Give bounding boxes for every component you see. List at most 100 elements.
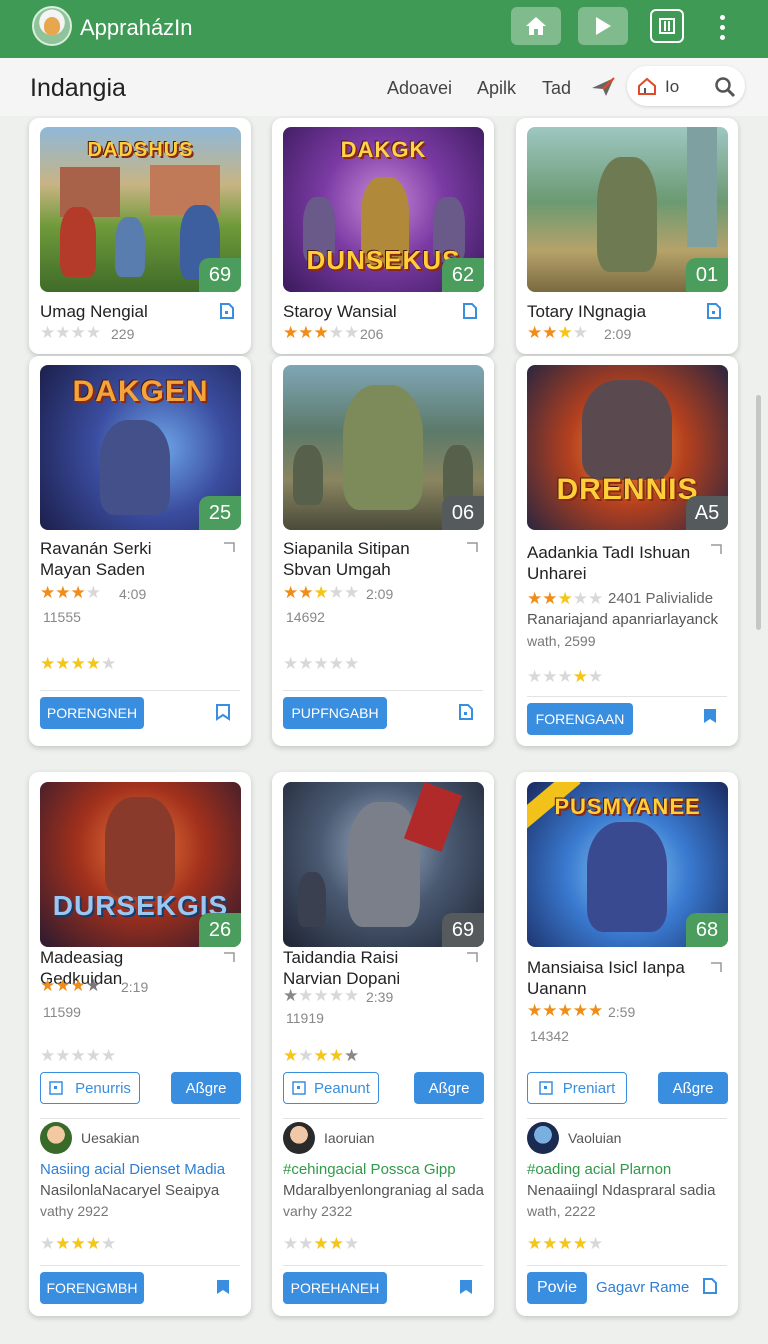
game-card[interactable]: DAKGEN 25 Ravanán Serki Mayan Saden ★★★★… [29,356,251,746]
meta-value: 2:09 [604,326,632,342]
rating-stars: ★★★★ [527,323,588,342]
divider [283,1265,483,1266]
author-name[interactable]: Uesakian [81,1130,139,1146]
rating-stars-secondary: ★★★★★ [283,1046,360,1065]
scrollbar[interactable] [756,395,761,630]
game-card[interactable]: 06 Siapanila Sitipan Sbvan Umgah ★★★★★ 2… [272,356,494,746]
divider [40,690,240,691]
primary-button[interactable]: FORENGMBH [40,1272,144,1304]
game-title: Mansiaisa Isicl Ianpa Uanann [527,958,685,998]
bookmark-icon[interactable] [706,302,722,320]
bookmark-icon[interactable] [702,1277,718,1295]
bookmark-icon[interactable] [215,703,231,721]
agree-button[interactable]: Aßgre [414,1072,484,1104]
score-badge: 62 [442,258,484,292]
game-card[interactable]: 01 Totary INgnagia ★★★★ 2:09 [516,118,738,354]
game-card[interactable]: PUSMYANEE 68 Mansiaisa Isicl Ianpa Uanan… [516,772,738,1316]
more-menu-icon[interactable] [712,12,732,42]
score-badge: A5 [686,496,728,530]
author-name[interactable]: Vaoluian [568,1130,621,1146]
nav-link-1[interactable]: Adoavei [387,78,452,99]
rating-stars-secondary: ★★★★★ [283,654,360,673]
rating-stars-tertiary: ★★★★★ [40,1234,117,1253]
score-badge: 68 [686,913,728,947]
download-count: 14342 [530,1028,569,1044]
game-title: Totary INgnagia [527,302,647,321]
primary-button[interactable]: FORENGAAN [527,703,633,735]
download-count: 14692 [286,609,325,625]
send-icon[interactable] [590,76,616,98]
divider [527,1118,727,1119]
game-thumbnail[interactable]: 69 [283,782,484,947]
game-thumbnail[interactable]: DRENNIS A5 [527,365,728,530]
game-card[interactable]: DURSEKGIS 26 Madeasiag Gedkuidan ★★★★ 2:… [29,772,251,1316]
divider [527,1265,727,1266]
home-button[interactable] [511,7,561,45]
agree-button[interactable]: Aßgre [171,1072,241,1104]
nav-link-2[interactable]: Apilk [477,78,516,99]
bookmark-small-icon[interactable] [464,950,480,968]
outline-button[interactable]: Penurris [40,1072,140,1104]
game-card[interactable]: DRENNIS A5 Aadankia TadI Ishuan Unharei … [516,356,738,746]
text-link[interactable]: Gagavr Rame [596,1279,689,1296]
window-icon [659,18,675,34]
agree-button[interactable]: Aßgre [658,1072,728,1104]
character-figure [343,385,423,510]
promo-text[interactable]: Nasiing acial Dienset Madia [40,1161,225,1178]
promo-text[interactable]: #cehingacial Possca Gipp [283,1161,456,1178]
bookmark-filled-icon[interactable] [702,707,718,725]
avatar[interactable] [283,1122,315,1154]
bookmark-icon[interactable] [219,302,235,320]
bookmark-small-icon[interactable] [221,540,237,558]
primary-button[interactable]: PORENGNEH [40,697,144,729]
divider [40,1265,240,1266]
bookmark-small-icon[interactable] [708,960,724,978]
promo-text[interactable]: #oading acial Plarnon [527,1161,671,1178]
game-thumbnail[interactable]: DAKGK DUNSEKUS 62 [283,127,484,292]
play-button[interactable] [578,7,628,45]
divider [283,690,483,691]
primary-button[interactable]: Povie [527,1272,587,1304]
rating-stars: ★★★★ [40,323,101,342]
bookmark-small-icon[interactable] [464,540,480,558]
rating-stars: ★★★★★ [527,1001,604,1020]
outline-button[interactable]: Preniart [527,1072,627,1104]
author-name[interactable]: Iaoruian [324,1130,375,1146]
search-icon[interactable] [713,75,737,99]
primary-button[interactable]: PUPFNGABH [283,697,387,729]
game-title: Aadankia TadI Ishuan Unharei [527,543,691,583]
app-title: AppraházIn [80,15,193,40]
avatar[interactable] [40,1122,72,1154]
game-card[interactable]: DADSHUS 69 Umag Nengial ★★★★ 229 [29,118,251,354]
page-title: Indangia [30,74,126,102]
avatar[interactable] [527,1122,559,1154]
bookmark-icon[interactable] [462,302,478,320]
nav-link-3[interactable]: Tad [542,78,571,99]
promo-date: varhy 2322 [283,1203,353,1219]
bookmark-filled-icon[interactable] [458,1278,474,1296]
game-title: Umag Nengial [40,302,148,321]
bookmark-icon[interactable] [458,703,474,721]
rating-stars: ★★★★★ [527,589,604,608]
game-thumbnail[interactable]: DAKGEN 25 [40,365,241,530]
game-card[interactable]: DAKGK DUNSEKUS 62 Staroy Wansial ★★★★★ 2… [272,118,494,354]
character-figure [298,872,326,927]
search-box[interactable]: Io [627,66,745,106]
app-logo[interactable] [32,6,72,46]
game-thumbnail[interactable]: 01 [527,127,728,292]
window-button[interactable] [650,9,684,43]
game-thumbnail[interactable]: PUSMYANEE 68 [527,782,728,947]
game-thumbnail[interactable]: DURSEKGIS 26 [40,782,241,947]
rating-stars-secondary: ★★★★★ [527,667,604,686]
game-thumbnail[interactable]: 06 [283,365,484,530]
game-date: wath, 2599 [527,633,596,649]
primary-button[interactable]: POREHANEH [283,1272,387,1304]
outline-button[interactable]: Peanunt [283,1072,379,1104]
divider [283,1118,483,1119]
character-figure [100,420,170,515]
bookmark-filled-icon[interactable] [215,1278,231,1296]
bookmark-small-icon[interactable] [708,542,724,560]
game-card[interactable]: 69 Taidandia Raisi Narvian Dopani ★★★★★ … [272,772,494,1316]
game-thumbnail[interactable]: DADSHUS 69 [40,127,241,292]
bookmark-small-icon[interactable] [221,950,237,968]
